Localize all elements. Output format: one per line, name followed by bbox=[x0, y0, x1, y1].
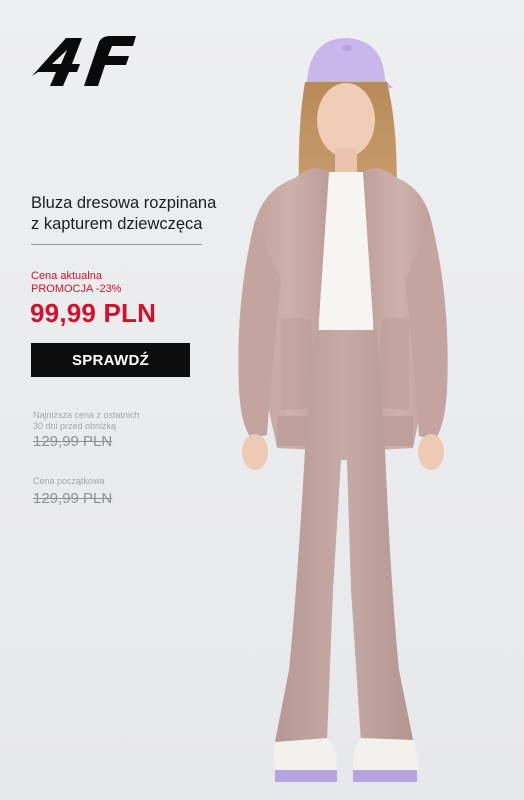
start-price-label: Cena początkowa bbox=[33, 476, 105, 486]
product-title-line: z kapturem dziewczęca bbox=[31, 215, 203, 233]
check-button[interactable]: SPRAWDŹ bbox=[31, 343, 190, 377]
brand-logo-icon[interactable] bbox=[32, 32, 136, 86]
lowest-price-label: Najniższa cena z ostatnich 30 dni przed … bbox=[33, 410, 163, 432]
product-title-line: Bluza dresowa rozpinana bbox=[31, 194, 217, 212]
promotion-label: PROMOCJA -23% bbox=[31, 283, 122, 295]
price-label-text: Cena aktualna bbox=[31, 270, 102, 282]
product-ad-banner[interactable]: Bluza dresowa rozpinana z kapturem dziew… bbox=[0, 0, 524, 800]
current-price-label: Cena aktualna PROMOCJA -23% bbox=[31, 270, 121, 296]
lowest-price-label-line: Najniższa cena z ostatnich bbox=[33, 410, 140, 420]
current-price: 99,99 PLN bbox=[30, 298, 157, 328]
product-photo[interactable] bbox=[215, 30, 465, 800]
lowest-price: 129,99 PLN bbox=[33, 433, 113, 450]
start-price: 129,99 PLN bbox=[33, 490, 113, 507]
product-title[interactable]: Bluza dresowa rozpinana z kapturem dziew… bbox=[31, 193, 231, 235]
divider bbox=[31, 244, 202, 245]
lowest-price-label-line: 30 dni przed obniżką bbox=[33, 421, 117, 431]
